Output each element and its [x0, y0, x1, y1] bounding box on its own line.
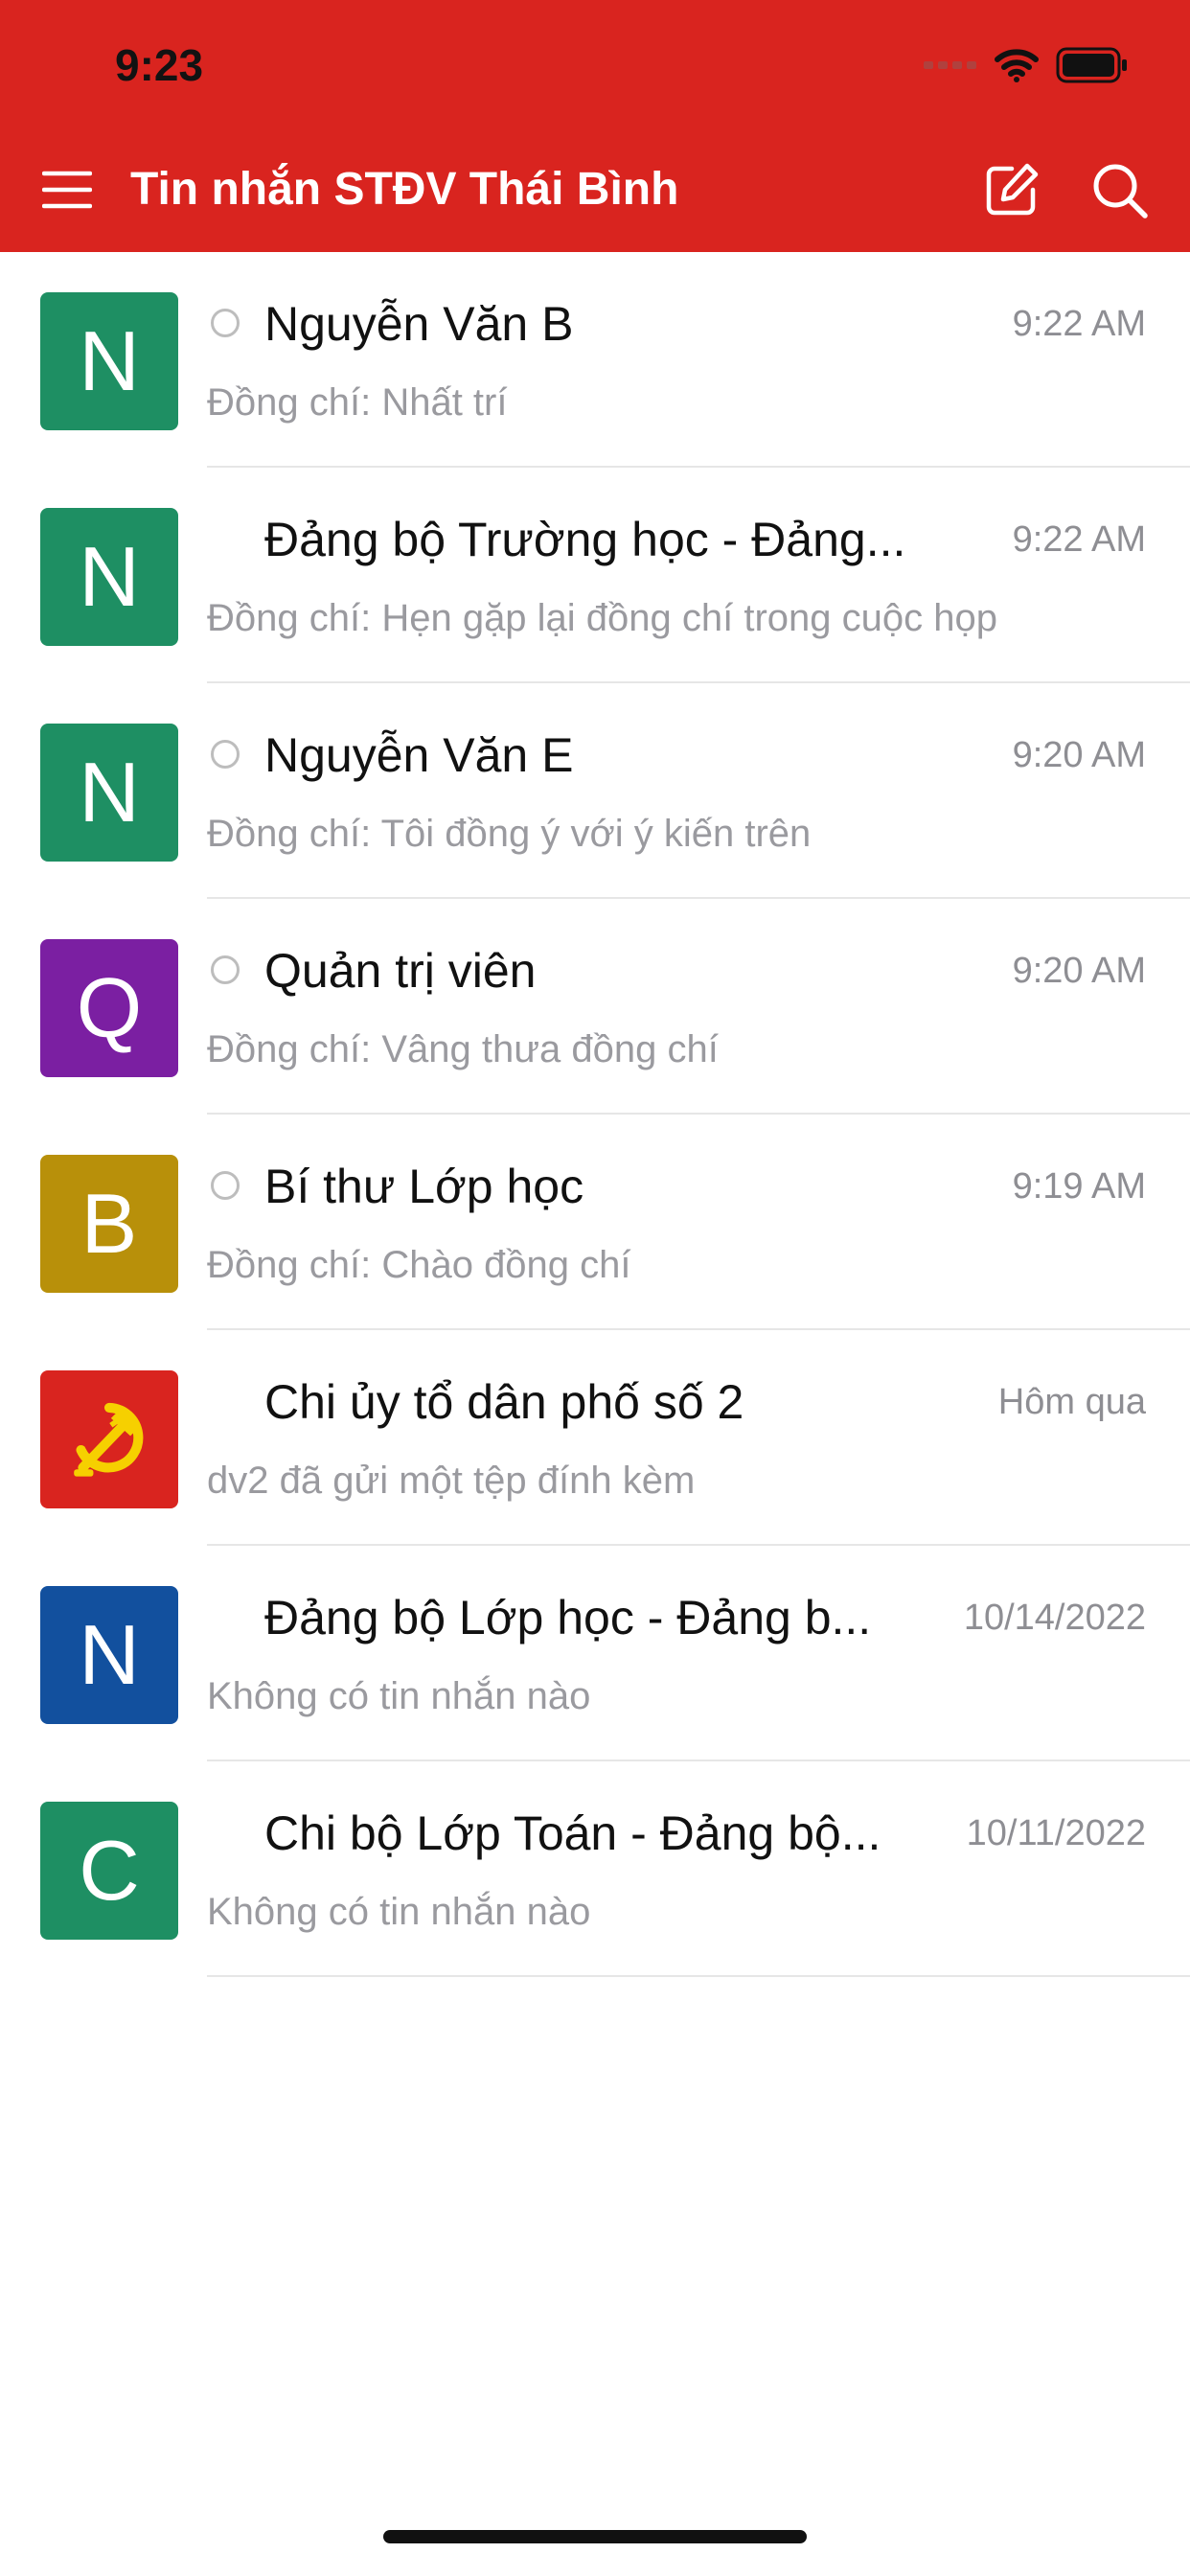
message-preview: Đồng chí: Vâng thưa đồng chí: [207, 1028, 719, 1070]
conversation-name: Chi bộ Lớp Toán - Đảng bộ...: [264, 1806, 881, 1860]
nav-bar: Tin nhắn STĐV Thái Bình: [0, 144, 1190, 236]
message-preview: dv2 đã gửi một tệp đính kèm: [207, 1460, 696, 1502]
avatar: N: [40, 1586, 178, 1724]
conversation-name: Đảng bộ Trường học - Đảng...: [264, 513, 906, 566]
wifi-icon: [995, 49, 1039, 82]
search-button[interactable]: [1090, 161, 1150, 220]
radio-circle-icon[interactable]: [211, 740, 240, 769]
conversation-row[interactable]: N Nguyễn Văn E 9:20 AM Đồng chí: Tôi đồn…: [0, 683, 1190, 899]
battery-icon: [1056, 47, 1127, 83]
signal-icon: [924, 61, 976, 69]
avatar: Q: [40, 939, 178, 1077]
conversation-time: 9:22 AM: [1012, 304, 1146, 344]
avatar: B: [40, 1155, 178, 1293]
menu-button[interactable]: [41, 165, 93, 215]
conversation-row[interactable]: C Chi bộ Lớp Toán - Đảng bộ... 10/11/202…: [0, 1761, 1190, 1977]
conversation-name: Bí thư Lớp học: [264, 1160, 584, 1213]
message-preview: Không có tin nhắn nào: [207, 1891, 591, 1933]
avatar: C: [40, 1802, 178, 1940]
compose-icon: [986, 163, 1039, 216]
avatar: N: [40, 508, 178, 646]
conversation-time: 9:22 AM: [1012, 519, 1146, 560]
conversation-name: Nguyễn Văn E: [264, 728, 574, 782]
avatar: N: [40, 724, 178, 862]
page-title: Tin nhắn STĐV Thái Bình: [130, 164, 679, 215]
conversation-time: 10/14/2022: [963, 1598, 1146, 1638]
message-preview: Không có tin nhắn nào: [207, 1675, 591, 1717]
conversation-time: Hôm qua: [997, 1382, 1146, 1422]
status-time: 9:23: [115, 40, 204, 90]
search-icon: [1093, 164, 1148, 218]
conversation-name: Nguyễn Văn B: [264, 297, 574, 351]
conversation-name: Quản trị viên: [264, 944, 537, 998]
message-preview: Đồng chí: Tôi đồng ý với ý kiến trên: [207, 813, 812, 855]
avatar: [40, 1370, 178, 1508]
conversation-time: 9:20 AM: [1012, 735, 1146, 775]
conversation-row[interactable]: N Nguyễn Văn B 9:22 AM Đồng chí: Nhất tr…: [0, 252, 1190, 468]
conversation-row[interactable]: N Đảng bộ Trường học - Đảng... 9:22 AM Đ…: [0, 468, 1190, 683]
conversation-time: 9:19 AM: [1012, 1166, 1146, 1207]
radio-circle-icon[interactable]: [211, 309, 240, 337]
conversation-list: N Nguyễn Văn B 9:22 AM Đồng chí: Nhất tr…: [0, 252, 1190, 1977]
hammer-sickle-icon: [74, 1402, 144, 1477]
conversation-name: Đảng bộ Lớp học - Đảng b...: [264, 1591, 872, 1644]
radio-circle-icon[interactable]: [211, 1171, 240, 1200]
message-preview: Đồng chí: Nhất trí: [207, 381, 508, 424]
conversation-row[interactable]: B Bí thư Lớp học 9:19 AM Đồng chí: Chào …: [0, 1115, 1190, 1330]
avatar: N: [40, 292, 178, 430]
message-preview: Đồng chí: Hẹn gặp lại đồng chí trong cuộ…: [207, 597, 997, 639]
compose-button[interactable]: [983, 161, 1041, 218]
menu-icon: [41, 171, 93, 209]
status-icons: [924, 44, 1129, 86]
conversation-row[interactable]: N Đảng bộ Lớp học - Đảng b... 10/14/2022…: [0, 1546, 1190, 1761]
divider: [207, 1975, 1190, 1977]
conversation-time: 10/11/2022: [966, 1813, 1146, 1853]
radio-circle-icon[interactable]: [211, 955, 240, 984]
conversation-name: Chi ủy tổ dân phố số 2: [264, 1375, 744, 1429]
conversation-row[interactable]: Q Quản trị viên 9:20 AM Đồng chí: Vâng t…: [0, 899, 1190, 1115]
app-header: 9:23 Tin nhắn STĐV Thái Bình: [0, 0, 1190, 252]
conversation-row[interactable]: Chi ủy tổ dân phố số 2 Hôm qua dv2 đã gử…: [0, 1330, 1190, 1546]
conversation-time: 9:20 AM: [1012, 951, 1146, 991]
home-indicator[interactable]: [383, 2530, 807, 2543]
message-preview: Đồng chí: Chào đồng chí: [207, 1244, 631, 1286]
